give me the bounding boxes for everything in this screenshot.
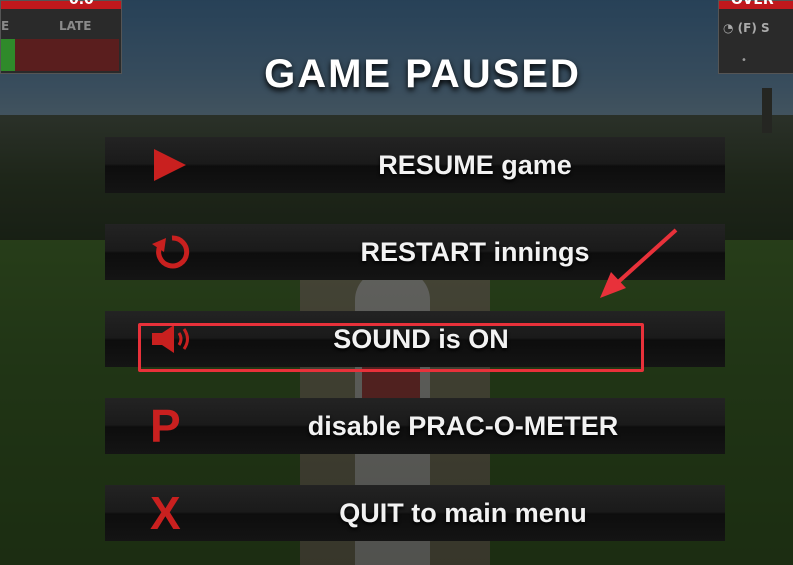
- annotation-arrow: [600, 228, 678, 298]
